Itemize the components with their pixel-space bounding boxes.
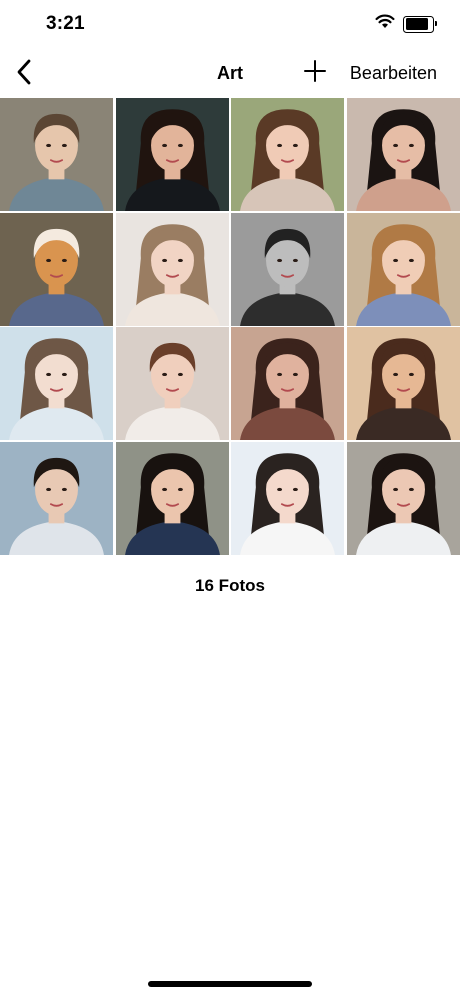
photo-thumbnail-image	[231, 441, 345, 555]
photo-grid	[0, 98, 460, 555]
photo-woman-sunglasses-red[interactable]	[231, 327, 345, 441]
photo-thumbnail-image	[115, 212, 229, 326]
album-title: Art	[217, 63, 243, 83]
photo-shiba-dog-costume[interactable]	[0, 212, 113, 326]
photo-thumbnail-image	[231, 98, 345, 211]
photo-thumbnail-image	[346, 212, 460, 326]
photo-young-man-dark-hair[interactable]	[0, 441, 113, 555]
photo-thumbnail-image	[231, 327, 345, 441]
photo-thumbnail-image	[0, 212, 113, 326]
photo-woman-lace-blindfold[interactable]	[231, 441, 345, 555]
photo-woman-blonde-hand-face[interactable]	[115, 212, 229, 326]
photo-woman-white-lace[interactable]	[0, 327, 113, 441]
battery-icon	[403, 15, 437, 33]
status-time: 3:21	[46, 13, 85, 34]
photo-woman-outdoor-brown-hair[interactable]	[231, 98, 345, 211]
photo-thumbnail-image	[0, 98, 113, 211]
status-bar: 3:21	[0, 0, 460, 50]
photo-man-black-white[interactable]	[231, 212, 345, 326]
chevron-left-icon	[15, 59, 33, 90]
photo-thumbnail-image	[115, 327, 229, 441]
photo-thumbnail-image	[346, 327, 460, 441]
photo-woman-wavy-brown[interactable]	[346, 327, 460, 441]
add-button[interactable]	[302, 59, 328, 87]
photo-thumbnail-image	[231, 212, 345, 326]
photo-thumbnail-image	[0, 441, 113, 555]
photo-thumbnail-image	[115, 98, 229, 211]
photo-woman-dark-hair-smiling[interactable]	[115, 98, 229, 211]
photo-thumbnail-image	[115, 441, 229, 555]
photo-woman-glasses-bob[interactable]	[115, 327, 229, 441]
photo-woman-red-lips-closeup[interactable]	[346, 98, 460, 211]
wifi-icon	[375, 14, 395, 34]
photo-woman-curly-blonde[interactable]	[346, 212, 460, 326]
photo-count: 16 Fotos	[195, 576, 265, 595]
photo-thumbnail-image	[346, 441, 460, 555]
status-icons	[375, 14, 437, 34]
back-button[interactable]	[8, 56, 40, 92]
navigation-bar: Art Bearbeiten	[0, 50, 460, 98]
photo-thumbnail-image	[346, 98, 460, 211]
photo-young-man-long-hair[interactable]	[0, 98, 113, 211]
home-indicator	[148, 981, 312, 987]
photo-thumbnail-image	[0, 327, 113, 441]
edit-button[interactable]: Bearbeiten	[350, 63, 437, 84]
plus-icon	[304, 59, 326, 87]
photo-woman-city-street[interactable]	[346, 441, 460, 555]
photo-woman-street-navy-top[interactable]	[115, 441, 229, 555]
